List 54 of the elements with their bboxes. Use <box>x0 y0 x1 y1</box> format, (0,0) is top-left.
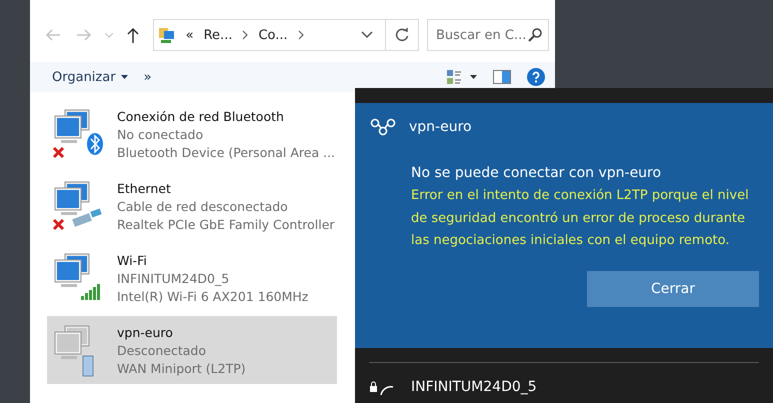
connection-status: INFINITUM24D0_5 <box>117 270 230 286</box>
chevron-right-icon <box>242 30 248 40</box>
connection-name: Ethernet <box>117 180 172 196</box>
vpn-icon <box>369 117 397 137</box>
connection-device: Intel(R) Wi-Fi 6 AX201 160MHz <box>117 288 308 304</box>
connection-device: Realtek PCIe GbE Family Controller <box>117 216 335 232</box>
connection-name: Wi-Fi <box>117 252 148 268</box>
address-overflow[interactable]: « <box>186 28 194 42</box>
more-commands-button[interactable]: » <box>144 70 152 84</box>
connection-item[interactable]: vpn-euro Desconectado WAN Miniport (L2TP) <box>47 316 337 384</box>
search-icon <box>528 28 542 42</box>
computers-icon <box>54 326 90 359</box>
caret-icon[interactable] <box>470 75 477 79</box>
error-heading: No se puede conectar con vpn-euro <box>411 165 662 181</box>
back-arrow-icon <box>45 29 62 41</box>
secured-wifi-icon <box>369 381 395 395</box>
signal-bars-icon <box>81 284 100 300</box>
chevron-down-icon <box>104 32 113 38</box>
forward-arrow-icon <box>76 29 92 41</box>
search-box[interactable]: Buscar en C... <box>426 19 549 51</box>
breadcrumb[interactable]: Co... <box>258 28 288 42</box>
connection-status: Cable de red desconectado <box>117 198 289 214</box>
connection-status: Desconectado <box>117 342 207 358</box>
connection-name: Conexión de red Bluetooth <box>117 108 285 124</box>
connection-item[interactable]: Wi-Fi INFINITUM24D0_5 Intel(R) Wi-Fi 6 AX201 160MHz <box>47 244 337 312</box>
connection-name: vpn-euro <box>117 324 174 340</box>
network-name[interactable]: INFINITUM24D0_5 <box>411 379 537 395</box>
connection-item[interactable]: Conexión de red Bluetooth No conectado Bluetooth Device (Personal Area ... <box>47 100 337 168</box>
caret-icon <box>120 75 128 79</box>
connection-device: Bluetooth Device (Personal Area ... <box>117 144 336 160</box>
connection-status: No conectado <box>117 126 204 142</box>
refresh-button[interactable] <box>386 19 419 51</box>
network-folder-icon <box>158 26 176 44</box>
up-arrow-icon <box>127 27 140 43</box>
vpn-name: vpn-euro <box>409 119 472 135</box>
organize-menu[interactable]: Organizar <box>52 70 128 84</box>
cable-icon <box>72 208 102 227</box>
computers-icon <box>54 110 90 143</box>
address-bar[interactable]: « Re... Co... <box>152 19 386 51</box>
computers-icon <box>54 254 90 287</box>
breadcrumb[interactable]: Re... <box>204 28 232 42</box>
connection-device: WAN Miniport (L2TP) <box>117 360 246 376</box>
computers-icon <box>54 182 90 215</box>
view-options-icon[interactable] <box>446 69 462 85</box>
bluetooth-icon <box>87 133 103 155</box>
refresh-icon <box>394 28 409 42</box>
chevron-right-icon <box>298 30 304 40</box>
help-icon[interactable] <box>527 68 545 86</box>
error-message: Error en el intento de conexión L2TP porque el nivel de seguridad encontró un error de proceso durante las negociaciones iniciales con el equipo remoto. <box>411 187 750 250</box>
connection-item[interactable]: Ethernet Cable de red desconectado Realtek PCIe GbE Family Controller <box>47 172 337 240</box>
preview-pane-icon[interactable] <box>493 70 511 84</box>
server-icon <box>82 356 94 376</box>
close-button[interactable]: Cerrar <box>587 270 759 306</box>
chevron-down-icon <box>360 31 373 39</box>
